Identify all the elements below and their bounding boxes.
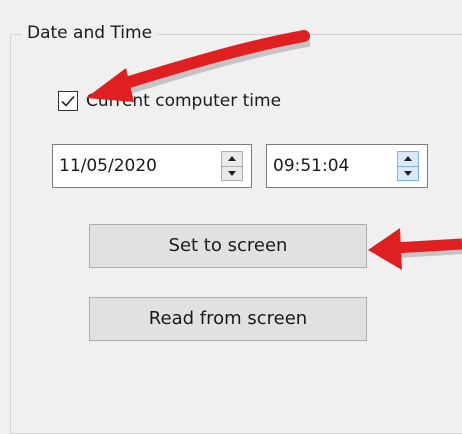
date-value: 11/05/2020 [59,156,157,176]
spin-up-icon [404,156,412,161]
time-field[interactable]: 09:51:04 [266,144,428,188]
spin-up-icon [228,156,236,161]
time-spinner[interactable] [397,151,419,181]
read-from-screen-button[interactable]: Read from screen [89,297,367,341]
set-to-screen-button[interactable]: Set to screen [89,224,367,268]
annotation-arrow-checkbox [86,30,310,102]
time-spin-down-button[interactable] [398,166,418,180]
spin-down-icon [228,171,236,176]
date-spin-up-button[interactable] [222,152,242,167]
spin-down-icon [404,171,412,176]
date-spinner[interactable] [221,151,243,181]
annotation-arrow-set-button [368,228,462,270]
time-value: 09:51:04 [273,156,350,176]
date-field[interactable]: 11/05/2020 [52,144,252,188]
date-spin-down-button[interactable] [222,166,242,180]
time-spin-up-button[interactable] [398,152,418,167]
